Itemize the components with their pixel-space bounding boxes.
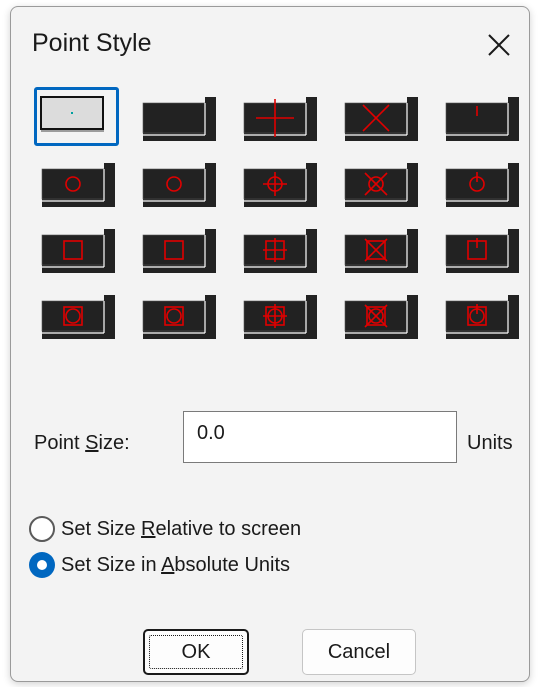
point-style-tick[interactable] <box>438 87 523 145</box>
point-style-x[interactable] <box>337 87 422 145</box>
point-style-circle[interactable] <box>34 153 119 211</box>
point-style-dot[interactable] <box>34 87 119 146</box>
square-point-icon <box>41 229 115 273</box>
square-circle-point-icon <box>41 295 115 339</box>
focus-rect <box>149 635 243 669</box>
plus-point-icon <box>243 97 317 141</box>
square-x-point-icon <box>344 229 418 273</box>
square-circle-point-icon <box>142 295 216 339</box>
point-style-square-x[interactable] <box>337 219 422 277</box>
point-style-square-circle[interactable] <box>135 285 220 343</box>
relative-radio[interactable] <box>29 516 55 542</box>
units-label: Units <box>467 432 513 454</box>
point-style-plus[interactable] <box>236 87 321 145</box>
square-tick-point-icon <box>445 229 519 273</box>
close-icon <box>488 34 510 56</box>
circle-point-icon <box>41 163 115 207</box>
point-style-square-circle-plus[interactable] <box>236 285 321 343</box>
point-style-circle[interactable] <box>135 153 220 211</box>
circle-x-point-icon <box>344 163 418 207</box>
cancel-label: Cancel <box>327 640 391 663</box>
ok-button[interactable]: OK <box>143 629 249 675</box>
point-style-square-circle-x[interactable] <box>337 285 422 343</box>
circle-tick-point-icon <box>445 163 519 207</box>
square-circle-x-point-icon <box>344 295 418 339</box>
absolute-radio[interactable] <box>29 552 55 578</box>
relative-radio-label: Set Size Relative to screen <box>61 517 302 540</box>
none-point-icon <box>142 97 216 141</box>
circle-plus-point-icon <box>243 163 317 207</box>
square-circle-plus-point-icon <box>243 295 317 339</box>
point-style-square-plus[interactable] <box>236 219 321 277</box>
point-style-square[interactable] <box>135 219 220 277</box>
point-style-dialog: Point Style Point Size: 0.0 Units Set Si… <box>10 6 530 682</box>
tick-point-icon <box>445 97 519 141</box>
cancel-button[interactable]: Cancel <box>302 629 416 675</box>
point-style-grid <box>34 87 524 367</box>
point-style-square-circle[interactable] <box>34 285 119 343</box>
point-size-label: Point Size: <box>34 432 130 454</box>
point-style-circle-x[interactable] <box>337 153 422 211</box>
square-circle-tick-point-icon <box>445 295 519 339</box>
point-style-square-tick[interactable] <box>438 219 523 277</box>
point-style-circle-plus[interactable] <box>236 153 321 211</box>
point-style-square-circle-tick[interactable] <box>438 285 523 343</box>
relative-to-screen-option[interactable]: Set Size Relative to screen <box>29 516 301 542</box>
point-size-input[interactable]: 0.0 <box>183 411 457 463</box>
absolute-units-option[interactable]: Set Size in Absolute Units <box>29 552 290 578</box>
point-style-square[interactable] <box>34 219 119 277</box>
circle-point-icon <box>142 163 216 207</box>
absolute-radio-label: Set Size in Absolute Units <box>61 553 291 576</box>
dialog-title: Point Style <box>32 29 152 57</box>
title-bar: Point Style <box>11 7 529 81</box>
point-style-circle-tick[interactable] <box>438 153 523 211</box>
close-button[interactable] <box>479 25 519 65</box>
square-point-icon <box>142 229 216 273</box>
dot-point-icon <box>40 96 104 132</box>
x-point-icon <box>344 97 418 141</box>
square-plus-point-icon <box>243 229 317 273</box>
point-style-none[interactable] <box>135 87 220 145</box>
